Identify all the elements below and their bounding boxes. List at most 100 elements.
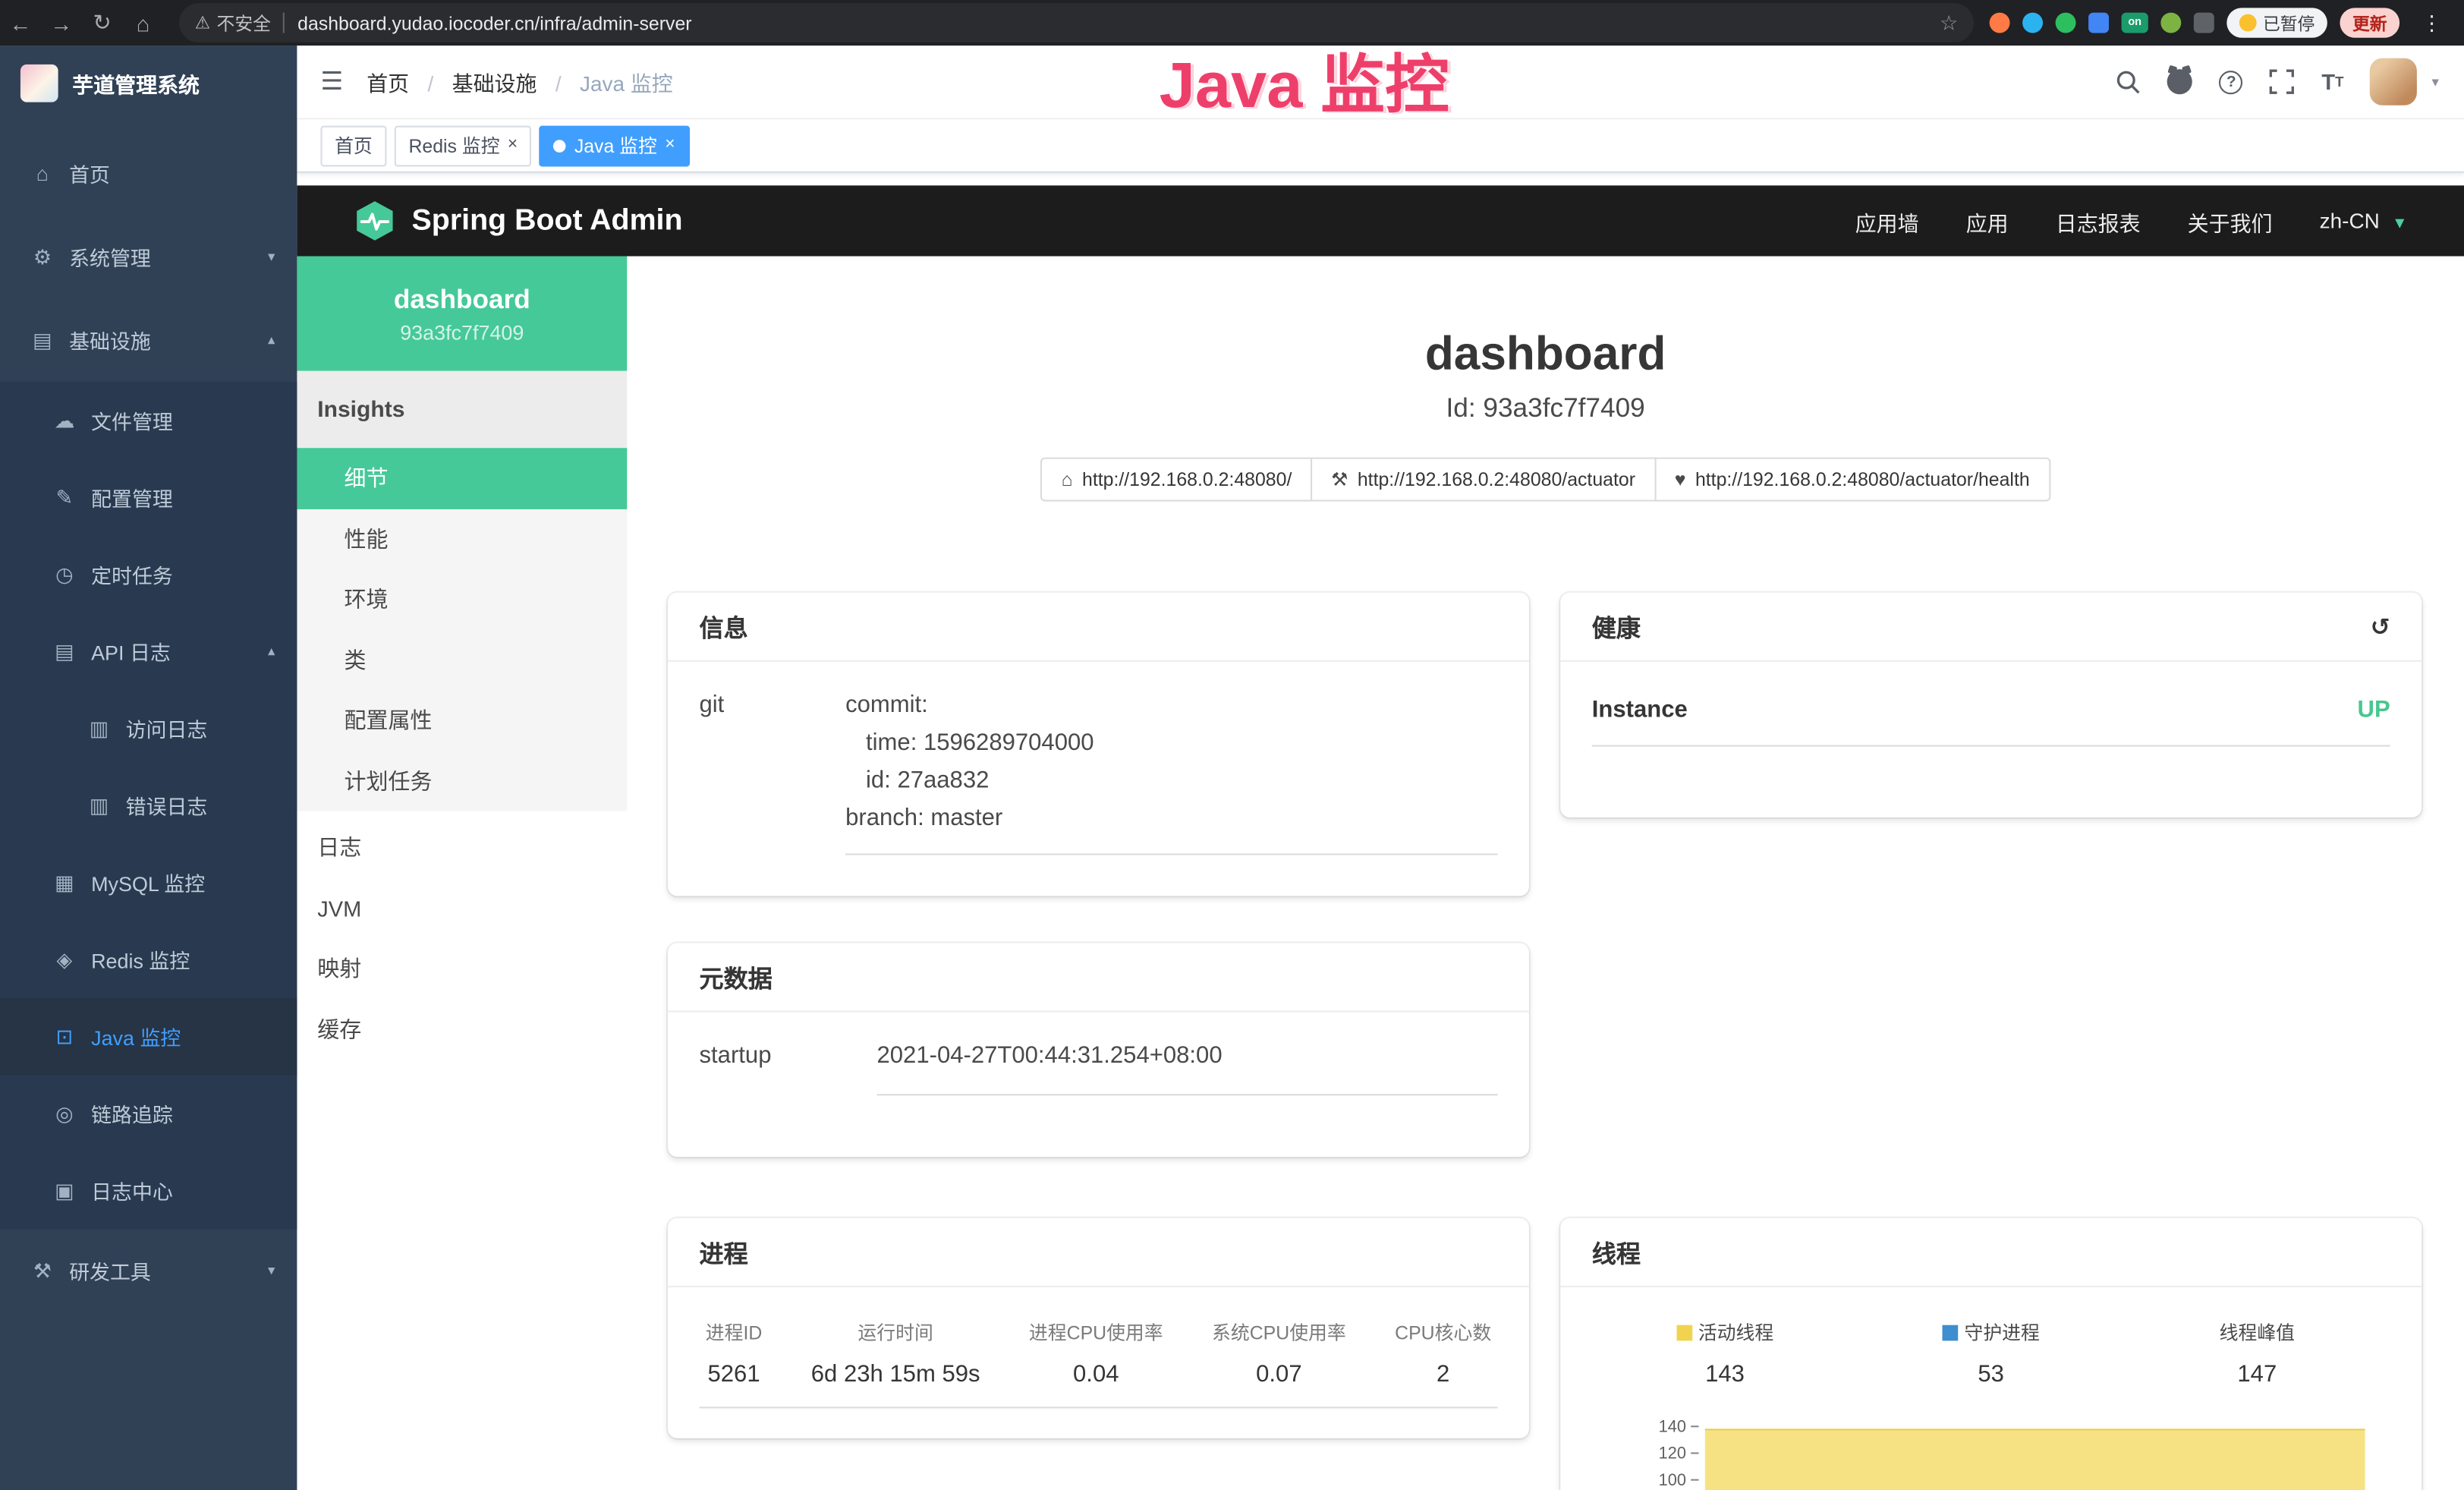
forward-icon[interactable]: → [41, 10, 82, 35]
security-label[interactable]: 不安全 [217, 10, 271, 35]
health-instance-row[interactable]: Instance UP [1592, 687, 2390, 747]
bookmark-star-icon[interactable]: ☆ [1940, 10, 1958, 35]
hamburger-icon[interactable]: ☰ [297, 66, 367, 97]
sba-logo-icon [354, 200, 396, 242]
help-icon[interactable]: ? [2220, 70, 2243, 93]
sba-menu-performance[interactable]: 性能 [297, 509, 627, 569]
sba-brand[interactable]: Spring Boot Admin [354, 200, 683, 242]
tab-home[interactable]: 首页 [320, 125, 386, 166]
home-icon[interactable]: ⌂ [123, 10, 164, 35]
info-value: commit: time: 1596289704000 id: 27aa832 … [845, 687, 1497, 855]
sba-menu-mappings[interactable]: 映射 [297, 938, 627, 999]
wrench-icon: ⚒ [1331, 468, 1348, 490]
url-text[interactable]: dashboard.yudao.iocoder.cn/infra/admin-s… [297, 12, 1940, 34]
sidebar-item-trace[interactable]: ◎ 链路追踪 [0, 1075, 297, 1151]
sidebar-item-system[interactable]: ⚙ 系统管理 ▾ [0, 216, 297, 299]
security-warning-icon[interactable]: ⚠ [195, 13, 210, 33]
document-icon: ▥ [87, 793, 112, 818]
sidebar-item-error-log[interactable]: ▥ 错误日志 [0, 767, 297, 844]
sba-menu-environment[interactable]: 环境 [297, 569, 627, 630]
sba-menu-details[interactable]: 细节 [297, 448, 627, 509]
sba-menu-group: 日志 JVM 映射 缓存 [297, 811, 627, 1060]
active-threads-area [1705, 1429, 2365, 1490]
sidebar-item-config-manage[interactable]: ✎ 配置管理 [0, 459, 297, 536]
threads-legend: 活动线程 143 守护进程 53 线程峰值 147 [1592, 1309, 2390, 1388]
yellow-swatch [1676, 1325, 1692, 1340]
sidebar-item-redis-monitor[interactable]: ◈ Redis 监控 [0, 921, 297, 997]
sba-navbar: Spring Boot Admin 应用墙 应用 日志报表 关于我们 zh-CN… [297, 185, 2464, 256]
process-cpu-usage: 进程CPU使用率 0.04 [1029, 1318, 1163, 1388]
sidebar-item-file-manage[interactable]: ☁ 文件管理 [0, 382, 297, 458]
address-bar[interactable]: ⚠ 不安全 dashboard.yudao.iocoder.cn/infra/a… [179, 3, 1974, 43]
sba-nav-journal[interactable]: 日志报表 [2056, 205, 2141, 236]
sidebar-item-infra[interactable]: ▤ 基础设施 ▴ [0, 298, 297, 382]
chevron-down-icon[interactable]: ▾ [2431, 73, 2438, 90]
legend-peak-threads: 线程峰值 147 [2124, 1318, 2390, 1388]
cloud-icon: ☁ [52, 408, 77, 433]
font-size-icon[interactable]: TT [2321, 69, 2343, 94]
recorder-paused-badge[interactable]: 已暂停 [2226, 8, 2327, 37]
sidebar-item-devtools[interactable]: ⚒ 研发工具 ▾ [0, 1229, 297, 1312]
sba-language-select[interactable]: zh-CN ▼ [2320, 209, 2408, 232]
tab-java-monitor[interactable]: Java 监控 × [540, 125, 689, 166]
search-icon[interactable] [2116, 69, 2141, 94]
gear-icon: ⚙ [30, 244, 55, 269]
sidebar-item-home[interactable]: ⌂ 首页 [0, 132, 297, 216]
metadata-value: 2021-04-27T00:44:31.254+08:00 [877, 1038, 1498, 1096]
paused-label: 已暂停 [2263, 10, 2315, 35]
health-card: 健康 ↺ Instance UP [1560, 593, 2422, 817]
sba-insights-group: 细节 性能 环境 类 配置属性 计划任务 [297, 448, 627, 811]
back-icon[interactable]: ← [0, 10, 41, 35]
sidebar-item-access-log[interactable]: ▥ 访问日志 [0, 690, 297, 767]
sba-menu-classes[interactable]: 类 [297, 629, 627, 690]
breadcrumb-infra[interactable]: 基础设施 [452, 72, 537, 96]
sba-menu-logs[interactable]: 日志 [297, 817, 627, 878]
extension-icon-green[interactable] [2056, 13, 2076, 33]
redis-icon: ◈ [52, 947, 77, 972]
tab-redis-monitor[interactable]: Redis 监控 × [395, 125, 532, 166]
extension-icon-leaf[interactable] [2160, 13, 2181, 33]
sba-nav-applications[interactable]: 应用 [1966, 205, 2009, 236]
sba-menu-caches[interactable]: 缓存 [297, 999, 627, 1060]
sba-menu-scheduled[interactable]: 计划任务 [297, 751, 627, 811]
close-icon[interactable]: × [665, 137, 675, 154]
sidebar-item-mysql-monitor[interactable]: ▦ MySQL 监控 [0, 844, 297, 921]
breadcrumb-current: Java 监控 [580, 72, 673, 96]
extensions-area: on 已暂停 更新 ⋮ [1990, 8, 2464, 37]
sidebar-item-java-monitor[interactable]: ⊡ Java 监控 [0, 998, 297, 1075]
sidebar-item-log-center[interactable]: ▣ 日志中心 [0, 1152, 297, 1229]
extension-icon-orange[interactable] [1990, 13, 2010, 33]
sidebar-item-api-log[interactable]: ▤ API 日志 ▴ [0, 613, 297, 690]
extension-icon-on-badge[interactable]: on [2122, 13, 2148, 33]
breadcrumb-home[interactable]: 首页 [367, 72, 409, 96]
chrome-update-button[interactable]: 更新 [2340, 8, 2399, 37]
reload-icon[interactable]: ↻ [82, 9, 123, 36]
close-icon[interactable]: × [508, 137, 518, 154]
info-card-title: 信息 [668, 593, 1529, 662]
sba-menu-jvm[interactable]: JVM [297, 878, 627, 939]
sba-nav-links: 应用墙 应用 日志报表 关于我们 zh-CN ▼ [1855, 205, 2408, 236]
extension-icon-grid[interactable] [2088, 13, 2109, 33]
chevron-up-icon: ▴ [268, 332, 275, 349]
browser-menu-icon[interactable]: ⋮ [2412, 10, 2452, 35]
extension-icon-drop[interactable] [2022, 13, 2043, 33]
app-brand[interactable]: 芋道管理系统 [0, 46, 297, 119]
instance-actuator-link[interactable]: ⚒ http://192.168.0.2:48080/actuator [1311, 458, 1656, 502]
sba-menu-properties[interactable]: 配置属性 [297, 690, 627, 751]
metadata-card-title: 元数据 [668, 943, 1529, 1012]
instance-health-link[interactable]: ♥ http://192.168.0.2:48080/actuator/heal… [1654, 458, 2050, 502]
instance-home-link[interactable]: ⌂ http://192.168.0.2:48080/ [1041, 458, 1313, 502]
dashboard-icon: ⌂ [30, 162, 55, 185]
browser-toolbar: ← → ↻ ⌂ ⚠ 不安全 dashboard.yudao.iocoder.cn… [0, 0, 2464, 46]
process-card-title: 进程 [668, 1218, 1529, 1287]
sba-instance-header[interactable]: dashboard 93a3fc7f7409 [297, 257, 627, 371]
metadata-key: startup [700, 1038, 877, 1096]
sba-nav-wallboard[interactable]: 应用墙 [1855, 205, 1919, 236]
extensions-puzzle-icon[interactable] [2194, 13, 2214, 33]
avatar[interactable] [2371, 58, 2418, 106]
history-icon[interactable]: ↺ [2371, 613, 2390, 641]
sba-nav-about[interactable]: 关于我们 [2188, 205, 2273, 236]
github-icon[interactable] [2167, 69, 2192, 94]
fullscreen-icon[interactable] [2270, 69, 2295, 94]
sidebar-item-scheduled-job[interactable]: ◷ 定时任务 [0, 536, 297, 613]
